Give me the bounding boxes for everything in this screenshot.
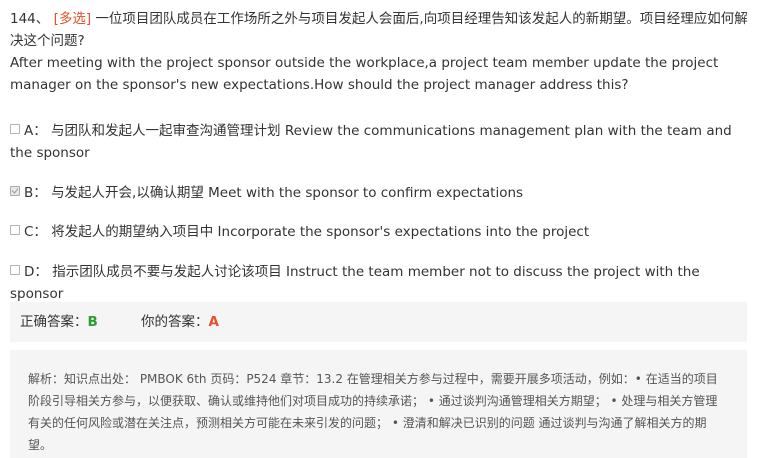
question-block: 144、 [多选] 一位项目团队成员在工作场所之外与项目发起人会面后,向项目经理… bbox=[10, 8, 752, 96]
option-a-letter: A： bbox=[24, 123, 47, 139]
option-c-text: 将发起人的期望纳入项目中 Incorporate the sponsor's e… bbox=[51, 224, 590, 240]
your-answer-label: 你的答案： bbox=[141, 314, 209, 330]
option-b-letter: B： bbox=[24, 185, 47, 201]
your-answer: 你的答案：A bbox=[141, 302, 219, 342]
option-b-checkbox[interactable] bbox=[10, 186, 20, 196]
option-d-checkbox[interactable] bbox=[10, 265, 20, 275]
analysis-text: 解析：知识点出处： PMBOK 6th 页码：P524 章节：13.2 在管理相… bbox=[28, 372, 718, 452]
option-b-text: 与发起人开会,以确认期望 Meet with the sponsor to co… bbox=[51, 185, 524, 201]
correct-answer-label: 正确答案： bbox=[20, 314, 88, 330]
option-a-text: 与团队和发起人一起审查沟通管理计划 Review the communicati… bbox=[10, 123, 732, 161]
answer-bar: 正确答案：B 你的答案：A bbox=[10, 302, 747, 342]
correct-answer: 正确答案：B bbox=[20, 302, 98, 342]
question-text-en: After meeting with the project sponsor o… bbox=[10, 55, 719, 93]
question-type-tag: [多选] bbox=[53, 11, 92, 27]
option-d-text: 指示团队成员不要与发起人讨论该项目 Instruct the team memb… bbox=[10, 264, 700, 302]
option-b[interactable]: B： 与发起人开会,以确认期望 Meet with the sponsor to… bbox=[10, 182, 752, 204]
option-c-checkbox[interactable] bbox=[10, 225, 20, 235]
option-a[interactable]: A： 与团队和发起人一起审查沟通管理计划 Review the communic… bbox=[10, 120, 752, 164]
option-d[interactable]: D： 指示团队成员不要与发起人讨论该项目 Instruct the team m… bbox=[10, 261, 752, 305]
question-number: 144、 bbox=[10, 11, 50, 27]
your-answer-value: A bbox=[208, 314, 219, 330]
correct-answer-value: B bbox=[87, 314, 98, 330]
analysis-panel: 解析：知识点出处： PMBOK 6th 页码：P524 章节：13.2 在管理相… bbox=[10, 350, 747, 458]
option-d-letter: D： bbox=[24, 264, 48, 280]
question-text-cn: 一位项目团队成员在工作场所之外与项目发起人会面后,向项目经理告知该发起人的新期望… bbox=[10, 11, 748, 49]
option-a-checkbox[interactable] bbox=[10, 124, 20, 134]
option-c[interactable]: C： 将发起人的期望纳入项目中 Incorporate the sponsor'… bbox=[10, 221, 752, 243]
option-c-letter: C： bbox=[24, 224, 47, 240]
